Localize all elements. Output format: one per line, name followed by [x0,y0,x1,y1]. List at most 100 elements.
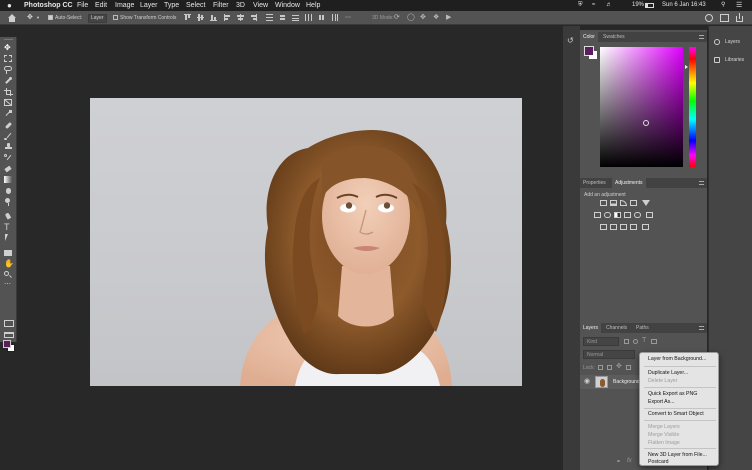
layer-name[interactable]: Background [613,375,640,389]
tab-paths[interactable]: Paths [633,323,652,333]
menu-item-new-3d-layer[interactable]: New 3D Layer from File... [648,452,707,458]
tab-channels[interactable]: Channels [603,323,630,333]
menu-item-export-as[interactable]: Export As... [648,399,675,405]
blend-mode-select[interactable]: Normal [583,350,635,359]
hue-slider[interactable] [689,47,696,167]
lock-artboard-icon[interactable] [626,365,631,370]
auto-align-icon[interactable]: ⋯ [345,11,351,25]
menu-file[interactable]: File [77,0,88,11]
menu-type[interactable]: Type [164,0,179,11]
invert-icon[interactable] [600,224,607,230]
spotlight-icon[interactable]: ⚲ [721,0,725,11]
distribute-vertical-icon[interactable] [279,14,286,21]
levels-icon[interactable] [610,200,617,206]
frame-icon[interactable] [4,99,13,107]
gradient-map-icon[interactable] [630,224,637,230]
menu-image[interactable]: Image [115,0,134,11]
lock-transparent-icon[interactable] [598,365,603,370]
type-icon[interactable]: T [4,223,13,232]
dodge-icon[interactable] [4,198,13,206]
history-icon[interactable]: ↺ [567,36,576,45]
quick-mask-icon[interactable] [4,320,14,327]
volume-icon[interactable]: ♬ [606,0,612,11]
3d-orbit-icon[interactable]: ⟳ [394,11,400,25]
clone-stamp-icon[interactable] [4,143,13,151]
color-balance-icon[interactable] [604,212,611,218]
filter-adjustment-icon[interactable] [633,339,638,344]
marquee-icon[interactable] [4,55,13,63]
black-white-icon[interactable] [614,212,621,218]
menu-item-convert-smart-object[interactable]: Convert to Smart Object [648,411,704,417]
history-brush-icon[interactable] [4,154,13,162]
hue-saturation-icon[interactable] [594,212,601,218]
align-bottom-icon[interactable] [210,14,217,21]
eraser-icon[interactable] [4,165,13,173]
layers-panel-menu-icon[interactable] [699,326,704,330]
pen-icon[interactable] [4,212,13,220]
vibrance-icon[interactable] [642,200,650,206]
link-layers-icon[interactable]: ⚭ [616,458,621,465]
distribute-left-icon[interactable] [305,14,312,21]
chevron-down-icon[interactable]: ▼ [36,11,40,25]
3d-slide-icon[interactable]: ❖ [433,11,439,25]
menu-3d[interactable]: 3D [236,0,245,11]
show-transform-checkbox[interactable]: Show Transform Controls [113,11,176,25]
color-picker-handle[interactable] [643,120,649,126]
screen-mode-icon[interactable] [4,332,14,338]
clock[interactable]: Sun 6 Jan 16:43 [662,0,706,11]
eyedropper-icon[interactable] [4,110,13,118]
tools-panel-grip[interactable] [4,39,13,40]
curves-icon[interactable] [620,200,627,206]
distribute-top-icon[interactable] [266,14,273,21]
battery-percent[interactable]: 19% [632,0,644,11]
3d-scale-icon[interactable]: ▶ [446,11,451,25]
channel-mixer-icon[interactable] [634,212,641,218]
color-picker-field[interactable] [600,47,683,167]
brush-icon[interactable] [4,132,13,140]
tab-color[interactable]: Color [580,32,598,42]
distribute-horizontal-icon[interactable] [318,14,325,21]
search-icon[interactable] [705,14,713,22]
auto-select-target-value[interactable]: Layer [88,14,107,23]
distribute-right-icon[interactable] [331,14,338,21]
tab-layers[interactable]: Layers [580,323,602,333]
menu-app-name[interactable]: Photoshop CC [24,0,73,11]
tab-adjustments[interactable]: Adjustments [612,178,646,188]
lock-pixels-icon[interactable] [607,365,612,370]
layers-shortcut[interactable]: Layers [712,36,752,48]
3d-pan-icon[interactable]: ✥ [420,11,426,25]
menu-edit[interactable]: Edit [95,0,107,11]
menu-window[interactable]: Window [275,0,300,11]
share-icon[interactable] [735,13,744,22]
color-lookup-icon[interactable] [646,212,653,218]
path-select-icon[interactable] [4,234,13,242]
exposure-icon[interactable] [630,200,637,206]
notification-center-icon[interactable]: ☰ [736,0,742,11]
filter-shape-icon[interactable] [651,339,657,344]
layer-style-icon[interactable]: fx [627,458,632,464]
filter-type-icon[interactable]: T [642,337,646,345]
layer-filter-kind[interactable]: Kind [583,337,619,346]
auto-select-checkbox[interactable]: Auto-Select: [48,11,82,25]
document-image[interactable] [90,98,522,386]
crop-icon[interactable] [4,88,13,96]
align-right-icon[interactable] [250,14,257,21]
libraries-shortcut[interactable]: Libraries [712,54,752,66]
home-icon[interactable] [8,14,17,22]
menu-filter[interactable]: Filter [213,0,229,11]
eye-visibility-icon[interactable]: ◉ [584,377,590,387]
menu-help[interactable]: Help [306,0,320,11]
menu-item-layer-from-background[interactable]: Layer from Background... [648,356,706,362]
menu-select[interactable]: Select [186,0,205,11]
brightness-contrast-icon[interactable] [600,200,607,206]
foreground-color-swatch[interactable] [3,340,11,348]
tab-swatches[interactable]: Swatches [600,32,628,42]
wifi-icon[interactable]: ≈ [592,0,595,11]
adjust-panel-menu-icon[interactable] [699,181,704,185]
distribute-bottom-icon[interactable] [292,14,299,21]
quick-select-icon[interactable] [4,77,13,85]
move-icon[interactable]: ✥ [4,44,13,52]
menu-layer[interactable]: Layer [140,0,158,11]
gradient-icon[interactable] [4,176,13,184]
align-left-icon[interactable] [224,14,231,21]
